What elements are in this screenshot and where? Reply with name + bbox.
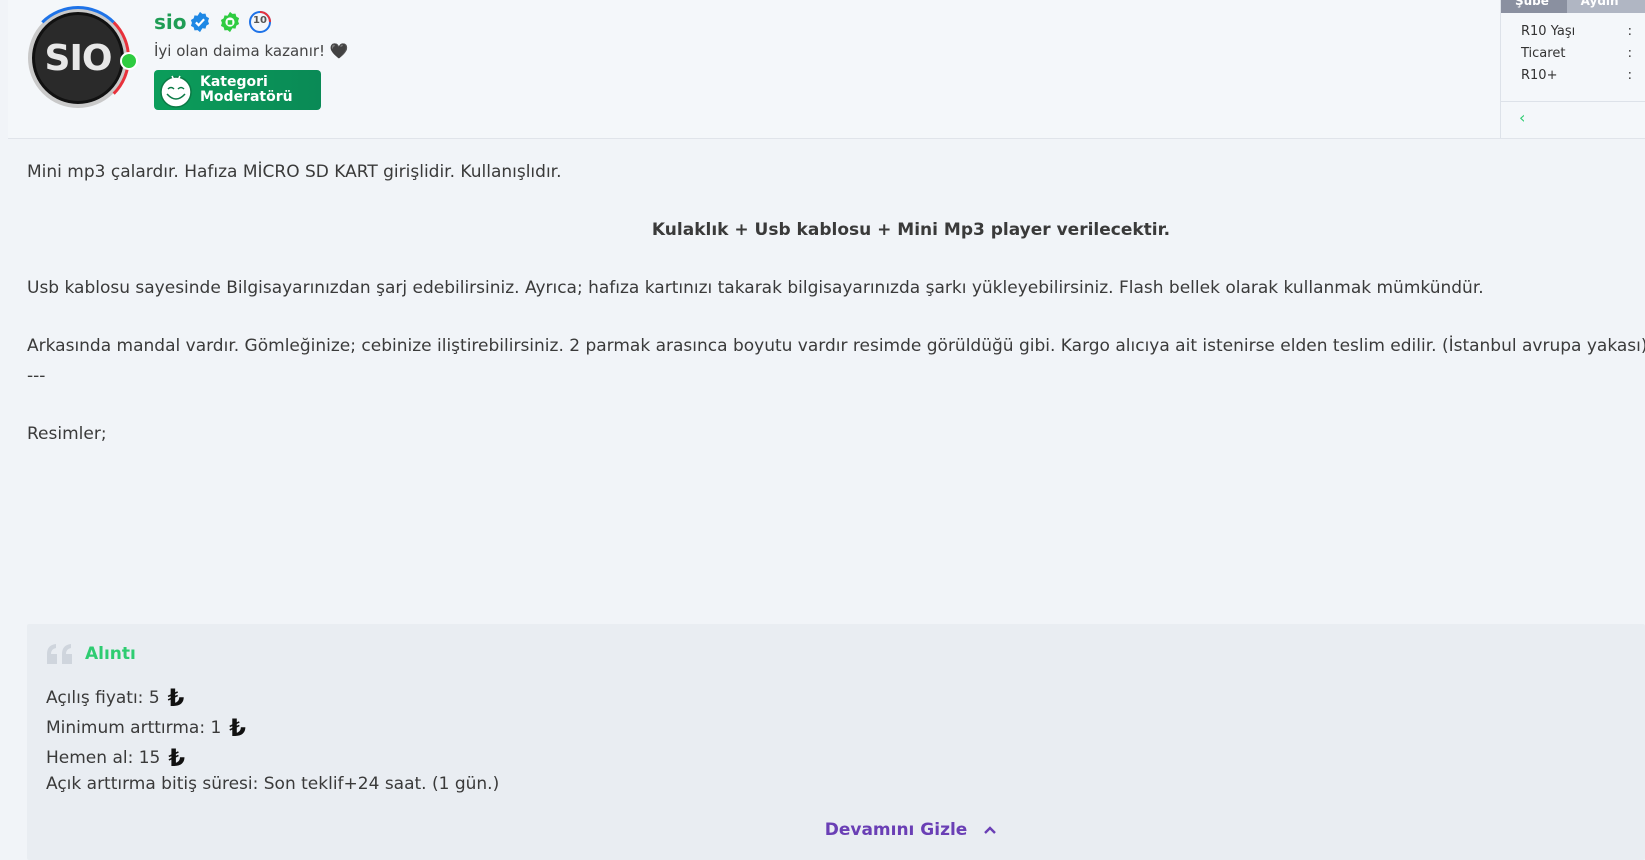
buy-now-price: Hemen al: 15 (46, 748, 161, 768)
user-tagline: İyi olan daima kazanır! 🖤 (154, 42, 349, 60)
show-less-button[interactable]: Devamını Gizle (27, 820, 1645, 840)
post-bold-line: Kulaklık + Usb kablosu + Mini Mp3 player… (651, 220, 1171, 240)
lira-icon: ₺ (229, 714, 246, 742)
user-badges: 10 (188, 10, 272, 34)
side-tabs: Şube Aydın (1501, 0, 1645, 13)
smiley-face-icon (160, 75, 192, 108)
info-row-age: R10 Yaşı : (1501, 21, 1645, 43)
post-paragraph: Resimler; (27, 424, 107, 444)
username[interactable]: sio (154, 10, 187, 34)
info-value: : (1627, 24, 1632, 39)
info-row-trade: Ticaret : (1501, 43, 1645, 65)
lira-icon: ₺ (167, 684, 185, 712)
info-label: R10+ (1521, 68, 1558, 83)
quote-line: Açık arttırma bitiş süresi: Son teklif+2… (46, 774, 499, 794)
quote-line: Hemen al: 15 ₺ (46, 744, 185, 772)
minimum-increment: Minimum arttırma: 1 (46, 718, 222, 738)
moderator-gear-icon (218, 10, 242, 34)
avatar[interactable]: SIO (26, 6, 138, 116)
mod-badge-line1: Kategori (200, 74, 268, 90)
tab-aydin[interactable]: Aydın (1566, 0, 1645, 13)
level-badge-icon: 10 (248, 10, 272, 34)
category-moderator-badge: Kategori Moderatörü (154, 70, 321, 110)
quote-header: Alıntı (45, 642, 136, 666)
chevron-up-icon (983, 820, 997, 840)
toggle-label: Devamını Gizle (824, 820, 968, 840)
info-label: Ticaret (1521, 46, 1566, 61)
post-separator: --- (27, 366, 46, 386)
tab-sube[interactable]: Şube (1501, 0, 1567, 13)
panel-divider (1501, 101, 1645, 102)
info-value: : (1627, 68, 1632, 83)
level-number: 10 (253, 15, 267, 26)
user-info-panel: Şube Aydın R10 Yaşı : Ticaret : R10+ : ‹ (1500, 0, 1645, 138)
post-header: SIO sio 10 İyi olan daima kazanır! 🖤 Kat… (8, 0, 1645, 139)
opening-price: Açılış fiyatı: 5 (46, 688, 160, 708)
post-paragraph: Arkasında mandal vardır. Gömleğinize; ce… (27, 336, 1645, 356)
verified-icon (188, 10, 212, 34)
quote-line: Minimum arttırma: 1 ₺ (46, 714, 246, 742)
post-paragraph: Mini mp3 çalardır. Hafıza MİCRO SD KART … (27, 162, 562, 182)
quote-label: Alıntı (85, 644, 136, 664)
info-label: R10 Yaşı (1521, 24, 1576, 39)
quote-icon (47, 644, 72, 664)
mod-badge-line2: Moderatörü (200, 89, 293, 105)
chevron-left-icon[interactable]: ‹ (1519, 108, 1645, 127)
quote-line: Açılış fiyatı: 5 ₺ (46, 684, 184, 712)
lira-icon: ₺ (168, 744, 186, 772)
quote-block: Alıntı Açılış fiyatı: 5 ₺ Minimum arttır… (27, 624, 1645, 860)
info-row-plus: R10+ : (1501, 65, 1645, 87)
post-paragraph: Usb kablosu sayesinde Bilgisayarınızdan … (27, 278, 1484, 298)
auction-end-time: Açık arttırma bitiş süresi: Son teklif+2… (46, 774, 500, 794)
info-value: : (1627, 46, 1632, 61)
online-status-dot (120, 52, 138, 70)
avatar-ring (26, 6, 130, 110)
